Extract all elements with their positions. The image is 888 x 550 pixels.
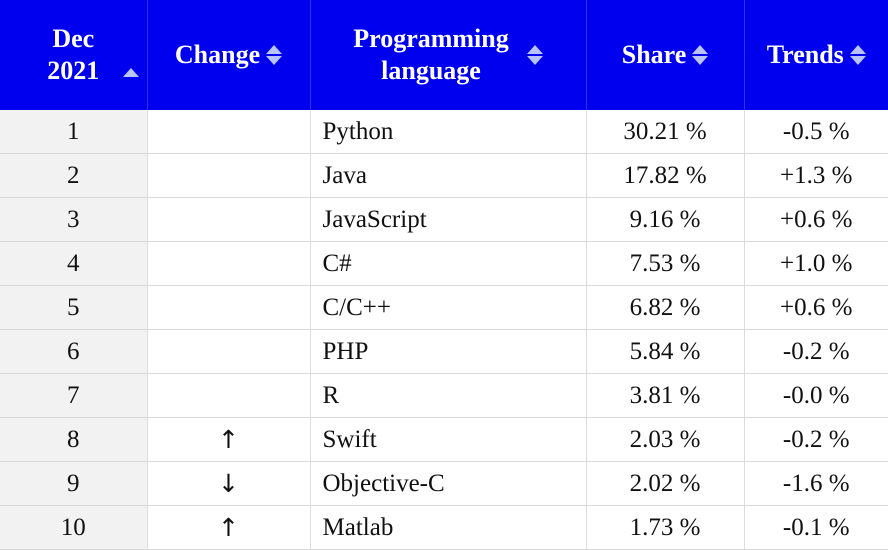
language-cell: PHP xyxy=(310,329,587,374)
trend-cell: -0.2 % xyxy=(744,329,888,374)
table-row: 5 C/C++ 6.82 % +0.6 % xyxy=(0,285,888,330)
column-header-trends[interactable]: Trends xyxy=(744,0,888,110)
ranking-table: Dec 2021 Change Programming language Sha… xyxy=(0,0,888,550)
column-header-language[interactable]: Programming language xyxy=(310,0,587,110)
column-header-change[interactable]: Change xyxy=(147,0,311,110)
language-cell: Swift xyxy=(310,417,587,462)
language-cell: Matlab xyxy=(310,505,587,550)
trend-cell: -0.5 % xyxy=(744,110,888,154)
share-header-label: Share xyxy=(621,40,687,69)
language-cell: JavaScript xyxy=(310,197,587,242)
language-cell: Java xyxy=(310,153,587,198)
table-row: 9 ↓ Objective-C 2.02 % -1.6 % xyxy=(0,461,888,506)
share-cell: 9.16 % xyxy=(586,197,745,242)
language-cell: R xyxy=(310,373,587,418)
share-cell: 3.81 % xyxy=(586,373,745,418)
language-cell: C# xyxy=(310,241,587,286)
table-row: 7 R 3.81 % -0.0 % xyxy=(0,373,888,418)
table-row: 8 ↑ Swift 2.03 % -0.2 % xyxy=(0,417,888,462)
sort-updown-icon[interactable] xyxy=(849,45,866,65)
trend-cell: -0.2 % xyxy=(744,417,888,462)
share-cell: 5.84 % xyxy=(586,329,745,374)
table-row: 4 C# 7.53 % +1.0 % xyxy=(0,241,888,286)
rank-cell: 9 xyxy=(0,461,148,506)
trends-header-label: Trends xyxy=(766,40,844,69)
language-header-line2: language xyxy=(381,56,481,85)
table-row: 10 ↑ Matlab 1.73 % -0.1 % xyxy=(0,505,888,550)
trend-cell: +0.6 % xyxy=(744,285,888,330)
language-header-line1: Programming xyxy=(353,24,509,53)
rank-cell: 5 xyxy=(0,285,148,330)
language-cell: Objective-C xyxy=(310,461,587,506)
sort-updown-icon[interactable] xyxy=(526,45,543,65)
rank-header-line2: 2021 xyxy=(47,56,100,85)
arrow-up-icon: ↑ xyxy=(147,417,311,462)
trend-cell: +1.3 % xyxy=(744,153,888,198)
sort-updown-icon[interactable] xyxy=(266,45,283,65)
trend-cell: -0.0 % xyxy=(744,373,888,418)
table-row: 3 JavaScript 9.16 % +0.6 % xyxy=(0,197,888,242)
change-cell xyxy=(147,285,311,330)
language-cell: C/C++ xyxy=(310,285,587,330)
language-cell: Python xyxy=(310,110,587,154)
share-cell: 1.73 % xyxy=(586,505,745,550)
share-cell: 17.82 % xyxy=(586,153,745,198)
change-cell xyxy=(147,197,311,242)
rank-cell: 6 xyxy=(0,329,148,374)
table-header-row: Dec 2021 Change Programming language Sha… xyxy=(0,0,888,110)
trend-cell: +1.0 % xyxy=(744,241,888,286)
sort-updown-icon[interactable] xyxy=(692,45,709,65)
rank-cell: 2 xyxy=(0,153,148,198)
trend-cell: -0.1 % xyxy=(744,505,888,550)
column-header-rank[interactable]: Dec 2021 xyxy=(0,0,148,110)
rank-cell: 3 xyxy=(0,197,148,242)
rank-header-line1: Dec xyxy=(52,24,95,53)
rank-cell: 1 xyxy=(0,110,148,154)
sort-asc-icon[interactable] xyxy=(122,38,139,77)
share-cell: 2.02 % xyxy=(586,461,745,506)
change-cell xyxy=(147,329,311,374)
arrow-down-icon: ↓ xyxy=(147,461,311,506)
share-cell: 2.03 % xyxy=(586,417,745,462)
table-row: 2 Java 17.82 % +1.3 % xyxy=(0,153,888,198)
change-cell xyxy=(147,153,311,198)
change-cell xyxy=(147,110,311,154)
rank-cell: 10 xyxy=(0,505,148,550)
table-row: 6 PHP 5.84 % -0.2 % xyxy=(0,329,888,374)
table-body: 1 Python 30.21 % -0.5 % 2 Java 17.82 % +… xyxy=(0,110,888,550)
arrow-up-icon: ↑ xyxy=(147,505,311,550)
rank-cell: 8 xyxy=(0,417,148,462)
column-header-share[interactable]: Share xyxy=(586,0,745,110)
table-row: 1 Python 30.21 % -0.5 % xyxy=(0,110,888,154)
trend-cell: +0.6 % xyxy=(744,197,888,242)
share-cell: 6.82 % xyxy=(586,285,745,330)
share-cell: 30.21 % xyxy=(586,110,745,154)
rank-cell: 4 xyxy=(0,241,148,286)
rank-cell: 7 xyxy=(0,373,148,418)
change-cell xyxy=(147,373,311,418)
change-header-label: Change xyxy=(174,40,261,69)
change-cell xyxy=(147,241,311,286)
share-cell: 7.53 % xyxy=(586,241,745,286)
trend-cell: -1.6 % xyxy=(744,461,888,506)
